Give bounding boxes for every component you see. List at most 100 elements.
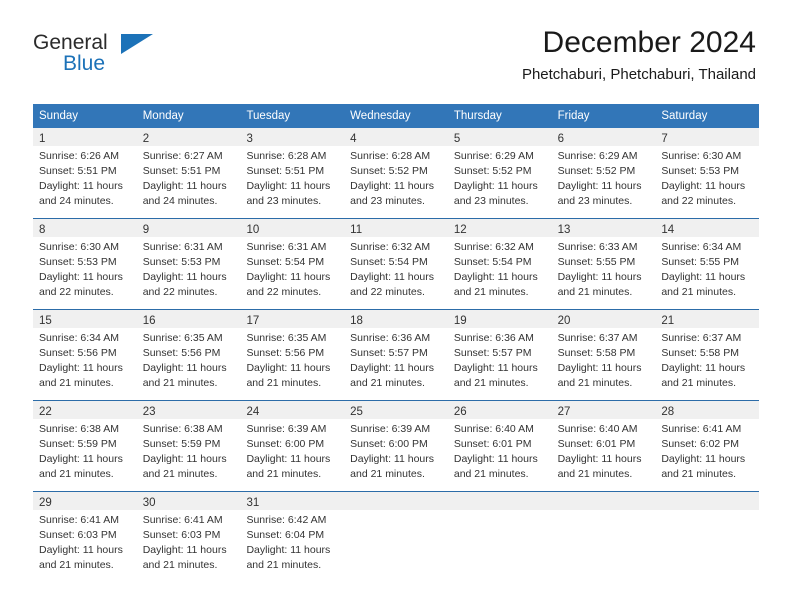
sunset-text: Sunset: 5:53 PM: [142, 256, 221, 269]
day-info: Sunrise: 6:39 AM Sunset: 6:00 PM Daylight:…: [344, 419, 448, 482]
day-number-band: 16: [136, 310, 241, 329]
day-number-band: 19: [447, 310, 552, 329]
calendar-day-cell[interactable]: 6 Sunrise: 6:29 AM Sunset: 5:52 PM Daylight…: [551, 128, 656, 218]
sunset-text: Sunset: 5:54 PM: [350, 256, 428, 269]
sunset-text: Sunset: 5:59 PM: [142, 438, 221, 451]
sunrise-text: Sunrise: 6:37 AM: [557, 332, 638, 345]
calendar-day-cell[interactable]: 20 Sunrise: 6:37 AM Sunset: 5:58 PM Dayligh…: [551, 310, 656, 400]
sunrise-text: Sunrise: 6:42 AM: [246, 514, 327, 527]
calendar-day-cell[interactable]: 15 Sunrise: 6:34 AM Sunset: 5:56 PM Dayligh…: [33, 310, 137, 400]
sunset-text: Sunset: 6:00 PM: [350, 438, 428, 451]
sunset-text: Sunset: 5:58 PM: [557, 347, 636, 360]
daylight-text-line2: and 21 minutes.: [453, 377, 529, 390]
daylight-text-line1: Daylight: 11 hours: [142, 544, 227, 557]
day-number: 23: [142, 406, 156, 419]
daylight-text-line1: Daylight: 11 hours: [350, 180, 435, 193]
sunset-text: Sunset: 5:51 PM: [246, 165, 325, 178]
day-number: 19: [453, 315, 467, 328]
day-info: Sunrise: 6:37 AM Sunset: 5:58 PM Daylight:…: [655, 328, 759, 391]
day-info: Sunrise: 6:41 AM Sunset: 6:03 PM Daylight:…: [137, 510, 241, 573]
calendar-day-cell-empty: [655, 492, 760, 582]
day-info: [655, 510, 759, 513]
daylight-text-line1: Daylight: 11 hours: [246, 544, 331, 557]
daylight-text-line2: and 22 minutes.: [661, 195, 737, 208]
calendar-day-cell[interactable]: 11 Sunrise: 6:32 AM Sunset: 5:54 PM Dayligh…: [344, 219, 448, 309]
day-info: [552, 510, 656, 513]
calendar-day-cell[interactable]: 28 Sunrise: 6:41 AM Sunset: 6:02 PM Dayligh…: [655, 401, 760, 491]
calendar-day-cell[interactable]: 13 Sunrise: 6:33 AM Sunset: 5:55 PM Dayligh…: [551, 219, 656, 309]
calendar-day-cell[interactable]: 29 Sunrise: 6:41 AM Sunset: 6:03 PM Dayligh…: [33, 492, 137, 582]
day-number: 5: [453, 133, 461, 146]
sunrise-text: Sunrise: 6:30 AM: [39, 241, 119, 254]
day-number-band: 23: [136, 401, 241, 420]
calendar-day-cell[interactable]: 27 Sunrise: 6:40 AM Sunset: 6:01 PM Dayligh…: [551, 401, 656, 491]
day-number: 21: [661, 315, 675, 328]
daylight-text-line1: Daylight: 11 hours: [142, 180, 227, 193]
generalblue-logo[interactable]: General Blue: [33, 26, 163, 78]
day-info: Sunrise: 6:37 AM Sunset: 5:58 PM Daylight:…: [552, 328, 656, 391]
day-number-band: 11: [344, 219, 448, 238]
title-block: December 2024 Phetchaburi, Phetchaburi, …: [522, 26, 756, 84]
day-info: Sunrise: 6:29 AM Sunset: 5:52 PM Daylight:…: [552, 146, 656, 209]
calendar-day-cell[interactable]: 30 Sunrise: 6:41 AM Sunset: 6:03 PM Dayligh…: [136, 492, 241, 582]
sunset-text: Sunset: 6:01 PM: [453, 438, 532, 451]
calendar-day-cell[interactable]: 24 Sunrise: 6:39 AM Sunset: 6:00 PM Dayligh…: [240, 401, 345, 491]
daylight-text-line2: and 21 minutes.: [557, 377, 633, 390]
calendar-day-cell[interactable]: 21 Sunrise: 6:37 AM Sunset: 5:58 PM Dayligh…: [655, 310, 760, 400]
day-number-band: 3: [240, 128, 345, 147]
sunset-text: Sunset: 5:58 PM: [661, 347, 739, 360]
day-number: 9: [142, 224, 150, 237]
day-number: 31: [246, 497, 260, 510]
sunrise-text: Sunrise: 6:30 AM: [661, 150, 742, 163]
calendar-day-cell[interactable]: 9 Sunrise: 6:31 AM Sunset: 5:53 PM Daylight…: [136, 219, 241, 309]
calendar-day-cell[interactable]: 2 Sunrise: 6:27 AM Sunset: 5:51 PM Daylight…: [136, 128, 241, 218]
daylight-text-line1: Daylight: 11 hours: [246, 271, 331, 284]
daylight-text-line1: Daylight: 11 hours: [246, 362, 331, 375]
page-title: December 2024: [542, 26, 756, 59]
calendar-day-cell[interactable]: 3 Sunrise: 6:28 AM Sunset: 5:51 PM Daylight…: [240, 128, 345, 218]
weekday-header-thursday: Thursday: [453, 110, 502, 122]
calendar-day-cell[interactable]: 18 Sunrise: 6:36 AM Sunset: 5:57 PM Dayligh…: [344, 310, 448, 400]
calendar-day-cell[interactable]: 22 Sunrise: 6:38 AM Sunset: 5:59 PM Dayligh…: [33, 401, 137, 491]
calendar-day-cell[interactable]: 19 Sunrise: 6:36 AM Sunset: 5:57 PM Dayligh…: [447, 310, 552, 400]
calendar-day-cell[interactable]: 7 Sunrise: 6:30 AM Sunset: 5:53 PM Daylight…: [655, 128, 760, 218]
daylight-text-line2: and 21 minutes.: [246, 559, 322, 572]
calendar-day-cell[interactable]: 14 Sunrise: 6:34 AM Sunset: 5:55 PM Dayligh…: [655, 219, 760, 309]
daylight-text-line2: and 21 minutes.: [39, 468, 114, 481]
day-info: Sunrise: 6:26 AM Sunset: 5:51 PM Daylight:…: [33, 146, 137, 209]
day-info: Sunrise: 6:30 AM Sunset: 5:53 PM Daylight:…: [655, 146, 759, 209]
calendar-day-cell[interactable]: 25 Sunrise: 6:39 AM Sunset: 6:00 PM Dayligh…: [344, 401, 448, 491]
calendar-week-row: 29 Sunrise: 6:41 AM Sunset: 6:03 PM Dayligh…: [33, 491, 760, 583]
sunrise-text: Sunrise: 6:32 AM: [453, 241, 534, 254]
calendar-day-cell[interactable]: 1 Sunrise: 6:26 AM Sunset: 5:51 PM Daylight…: [33, 128, 137, 218]
calendar-day-cell[interactable]: 4 Sunrise: 6:28 AM Sunset: 5:52 PM Daylight…: [344, 128, 448, 218]
calendar-day-cell[interactable]: 5 Sunrise: 6:29 AM Sunset: 5:52 PM Daylight…: [447, 128, 552, 218]
day-number-band: 31: [240, 492, 345, 511]
calendar-day-cell[interactable]: 8 Sunrise: 6:30 AM Sunset: 5:53 PM Daylight…: [33, 219, 137, 309]
daylight-text-line1: Daylight: 11 hours: [557, 362, 642, 375]
day-info: [448, 510, 552, 513]
day-number: 1: [39, 133, 46, 146]
calendar-day-cell[interactable]: 16 Sunrise: 6:35 AM Sunset: 5:56 PM Dayligh…: [136, 310, 241, 400]
calendar-day-cell[interactable]: 23 Sunrise: 6:38 AM Sunset: 5:59 PM Dayligh…: [136, 401, 241, 491]
calendar-day-cell[interactable]: 12 Sunrise: 6:32 AM Sunset: 5:54 PM Dayligh…: [447, 219, 552, 309]
daylight-text-line2: and 23 minutes.: [453, 195, 529, 208]
calendar-day-cell[interactable]: 10 Sunrise: 6:31 AM Sunset: 5:54 PM Dayligh…: [240, 219, 345, 309]
day-info: Sunrise: 6:38 AM Sunset: 5:59 PM Daylight:…: [137, 419, 241, 482]
sunset-text: Sunset: 5:56 PM: [142, 347, 221, 360]
sunrise-text: Sunrise: 6:36 AM: [453, 332, 534, 345]
day-info: Sunrise: 6:27 AM Sunset: 5:51 PM Daylight:…: [137, 146, 241, 209]
day-info: Sunrise: 6:36 AM Sunset: 5:57 PM Daylight:…: [344, 328, 448, 391]
calendar-day-cell[interactable]: 26 Sunrise: 6:40 AM Sunset: 6:01 PM Dayligh…: [447, 401, 552, 491]
daylight-text-line2: and 21 minutes.: [142, 468, 218, 481]
daylight-text-line2: and 22 minutes.: [142, 286, 218, 299]
daylight-text-line2: and 21 minutes.: [661, 468, 737, 481]
calendar-day-cell[interactable]: 31 Sunrise: 6:42 AM Sunset: 6:04 PM Dayligh…: [240, 492, 345, 582]
calendar-day-cell[interactable]: 17 Sunrise: 6:35 AM Sunset: 5:56 PM Dayligh…: [240, 310, 345, 400]
daylight-text-line1: Daylight: 11 hours: [142, 362, 227, 375]
sunrise-text: Sunrise: 6:31 AM: [246, 241, 327, 254]
daylight-text-line2: and 21 minutes.: [142, 377, 218, 390]
day-info: Sunrise: 6:28 AM Sunset: 5:52 PM Daylight:…: [344, 146, 448, 209]
daylight-text-line2: and 23 minutes.: [557, 195, 633, 208]
day-number: 20: [557, 315, 571, 328]
